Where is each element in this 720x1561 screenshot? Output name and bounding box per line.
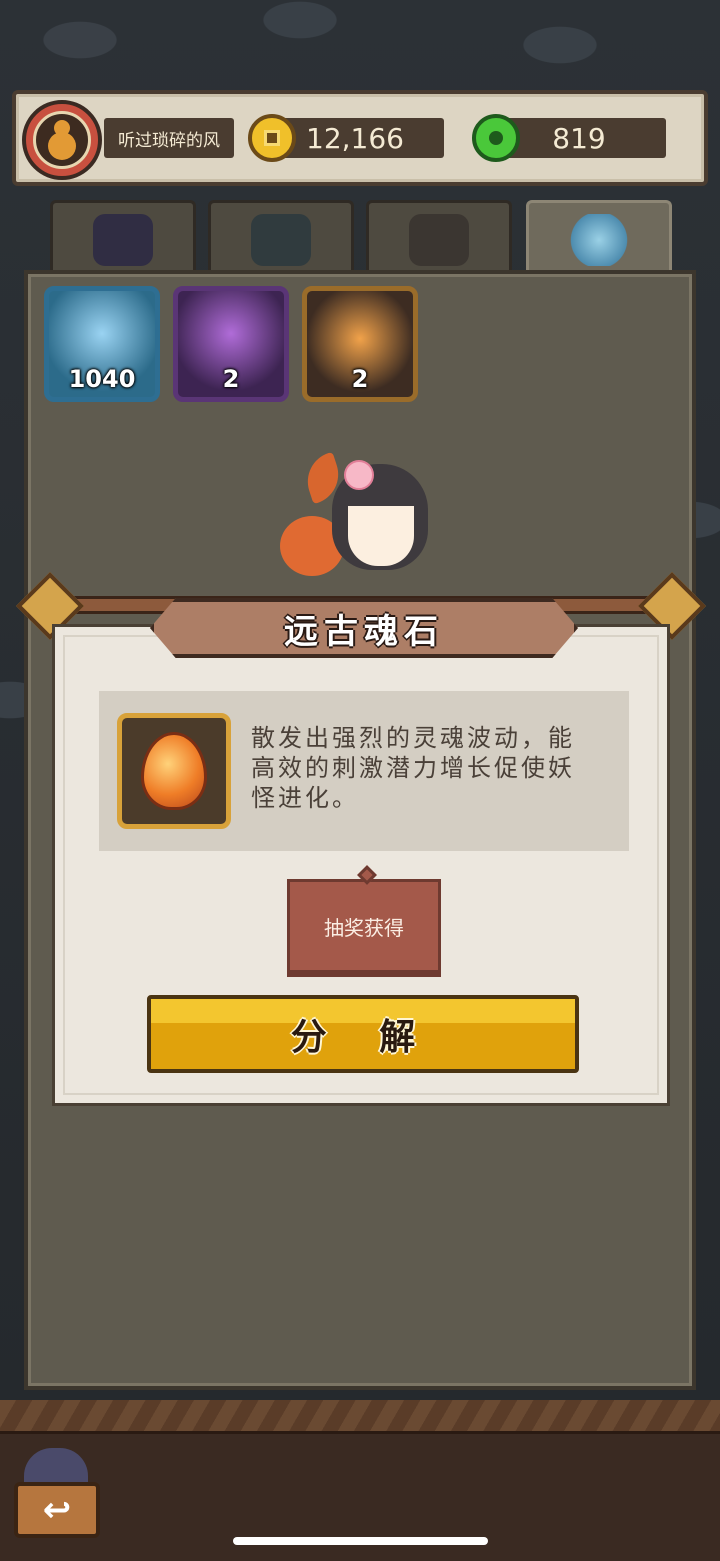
decompose-button[interactable]: 分 解 — [147, 995, 579, 1073]
orange-soulstone-icon — [117, 713, 231, 829]
scroll-icon — [251, 213, 311, 266]
home-indicator[interactable] — [233, 1537, 488, 1545]
tab-scroll[interactable] — [208, 200, 354, 276]
food-bowl-icon — [409, 213, 469, 266]
title-plaque: 远古魂石 — [150, 598, 578, 658]
description-box: 散发出强烈的灵魂波动，能高效的刺激潜力增长促使妖怪进化。 — [99, 691, 629, 851]
gourd-icon — [46, 120, 78, 160]
tab-food[interactable] — [366, 200, 512, 276]
avatar[interactable] — [22, 100, 102, 180]
source-label: 抽奖获得 — [324, 915, 404, 940]
crystal-icon — [569, 213, 629, 266]
gold-coin-icon — [248, 114, 296, 162]
resource-bar: 听过琐碎的风 12,166 819 — [12, 90, 708, 186]
jade-coin-icon — [472, 114, 520, 162]
item-count: 2 — [222, 365, 240, 393]
item-count: 1040 — [68, 365, 136, 393]
tab-monsters[interactable] — [50, 200, 196, 276]
inventory-item-orange-soulstone[interactable]: 2 — [302, 286, 418, 402]
tab-soulstones[interactable] — [526, 200, 672, 276]
monster-icon — [93, 213, 153, 266]
inventory-item-blue-crystal[interactable]: 1040 — [44, 286, 160, 402]
back-arrow-icon: ↩ — [14, 1482, 100, 1538]
flower-icon — [344, 460, 374, 490]
username: 听过琐碎的风 — [104, 118, 234, 158]
dialog-title: 远古魂石 — [284, 611, 444, 652]
item-description: 散发出强烈的灵魂波动，能高效的刺激潜力增长促使妖怪进化。 — [251, 724, 575, 812]
back-button[interactable]: ↩ — [10, 1448, 102, 1548]
inventory-item-purple-crystal[interactable]: 2 — [173, 286, 289, 402]
item-count: 2 — [351, 365, 369, 393]
source-tag: 抽奖获得 — [287, 865, 441, 973]
item-detail-dialog: 散发出强烈的灵魂波动，能高效的刺激潜力增长促使妖怪进化。 抽奖获得 分 解 — [52, 624, 670, 1106]
